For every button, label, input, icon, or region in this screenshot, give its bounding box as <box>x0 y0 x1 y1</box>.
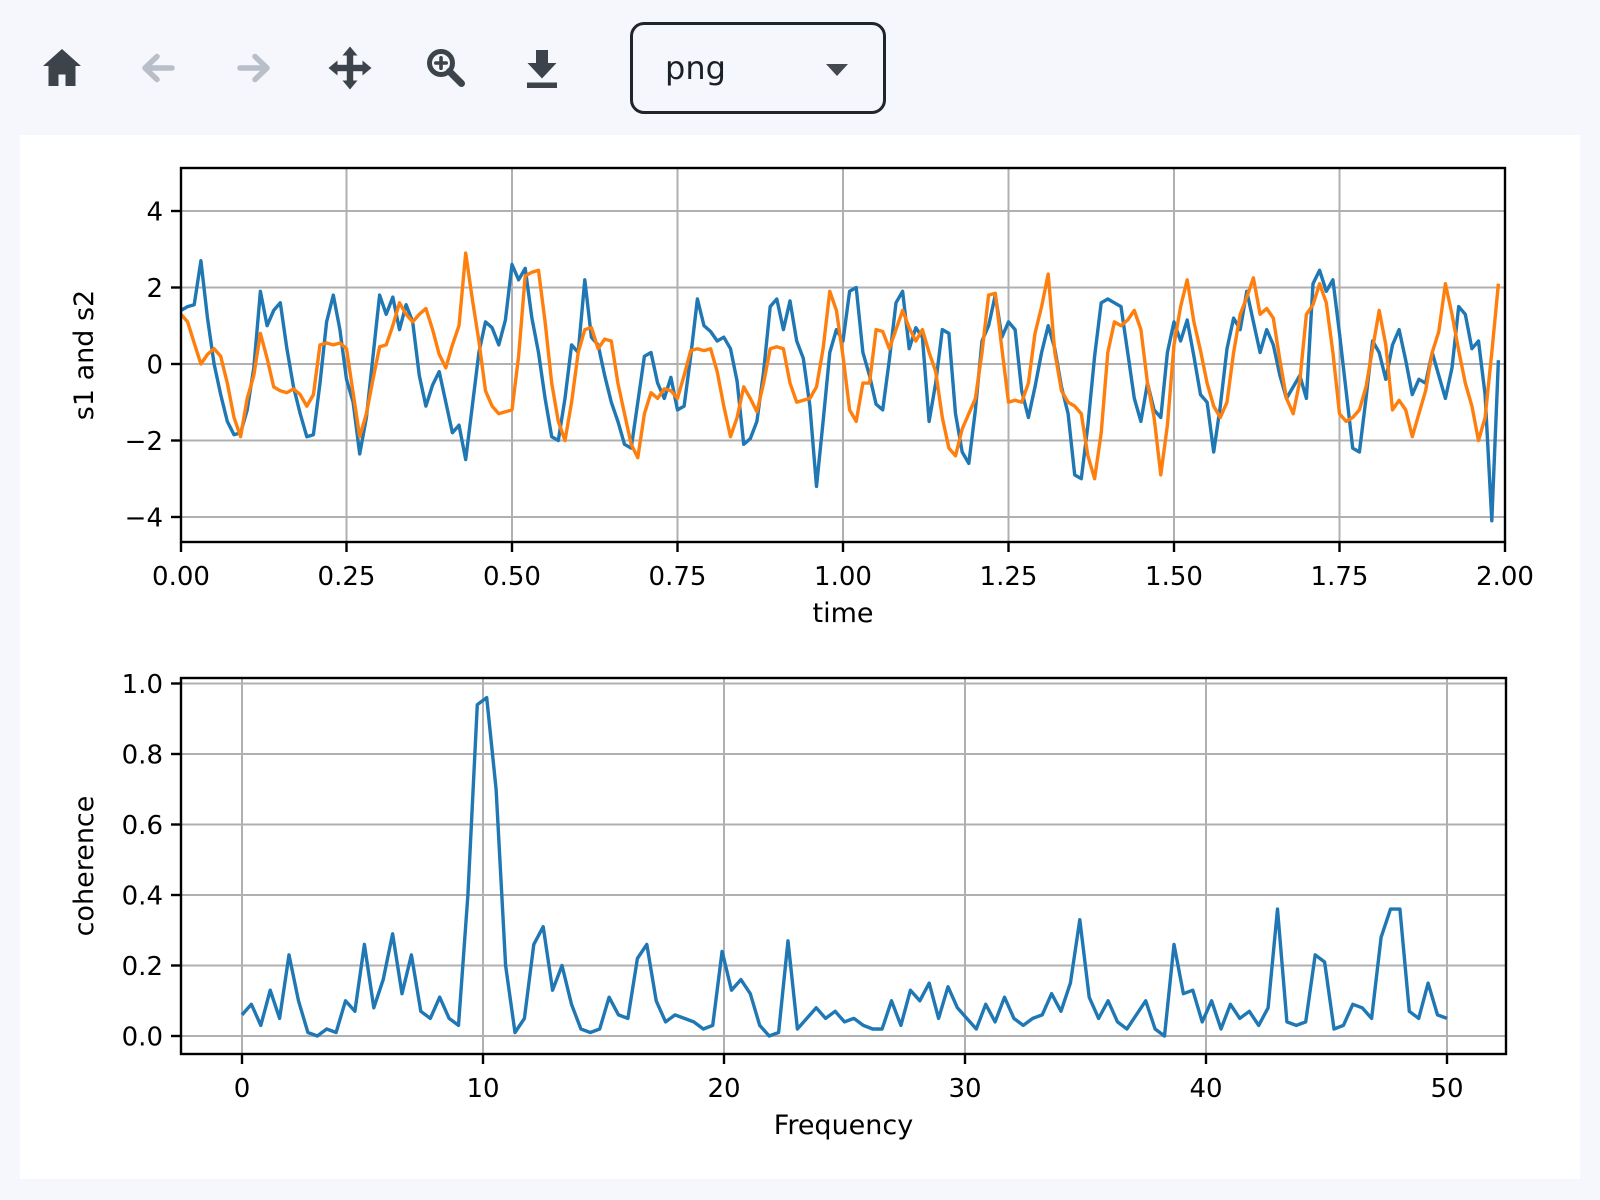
x-axis-label: Frequency <box>774 1110 914 1141</box>
x-tick-label: 1.00 <box>814 562 872 592</box>
x-tick-label: 0.00 <box>152 562 210 592</box>
y-tick-label: 1.0 <box>122 670 163 700</box>
x-tick-label: 0.75 <box>649 562 707 592</box>
back-arrow-icon <box>136 46 180 90</box>
x-tick-label: 30 <box>948 1074 981 1104</box>
zoom-button[interactable] <box>424 46 468 90</box>
back-button[interactable] <box>136 46 180 90</box>
forward-arrow-icon <box>232 46 276 90</box>
y-tick-label: 0.6 <box>122 811 163 841</box>
coherence-plot: 0 10 20 30 40 50 0.0 0.2 0.4 0.6 0.8 1.0 Frequency co… <box>69 670 1506 1141</box>
x-tick-label: 0 <box>234 1074 251 1104</box>
x-tick-label: 40 <box>1189 1074 1222 1104</box>
y-tick-label: 2 <box>146 274 163 304</box>
home-button[interactable] <box>40 46 84 90</box>
y-tick-label: 4 <box>146 198 163 228</box>
y-tick-label: 0 <box>146 351 163 381</box>
y-tick-label: 0.8 <box>122 741 163 771</box>
download-icon <box>520 46 564 90</box>
y-tick-label: −4 <box>125 504 163 534</box>
y-axis-label: s1 and s2 <box>69 290 100 420</box>
x-tick-label: 2.00 <box>1476 562 1534 592</box>
axes-spines <box>181 678 1506 1054</box>
y-tick-label: 0.2 <box>122 952 163 982</box>
s1-line <box>181 261 1498 521</box>
forward-button[interactable] <box>232 46 276 90</box>
y-tick-label: 0.4 <box>122 882 163 912</box>
x-tick-label: 1.50 <box>1145 562 1203 592</box>
x-tick-label: 1.75 <box>1311 562 1369 592</box>
x-tick-label: 1.25 <box>980 562 1038 592</box>
x-axis-label: time <box>812 598 873 629</box>
x-tick-label: 0.25 <box>318 562 376 592</box>
figure-canvas[interactable]: 0.000.250.500.751.001.251.501.752.00−4−2… <box>20 135 1580 1179</box>
zoom-magnifier-icon <box>424 46 468 90</box>
y-tick-label: −2 <box>125 427 163 457</box>
pan-button[interactable] <box>328 46 372 90</box>
x-tick-label: 50 <box>1430 1074 1463 1104</box>
figure-svg: 0.000.250.500.751.001.251.501.752.00−4−2… <box>20 135 1580 1179</box>
signals-plot: 0.00 0.25 0.50 0.75 1.00 1.25 1.50 1.75 2.00 −4 −2… <box>69 168 1534 629</box>
x-tick-label: 20 <box>707 1074 740 1104</box>
download-button[interactable] <box>520 46 564 90</box>
format-select-value: png <box>665 52 726 84</box>
format-select[interactable]: png <box>630 22 886 114</box>
x-tick-label: 0.50 <box>483 562 541 592</box>
home-icon <box>40 46 84 90</box>
coherence-line <box>242 698 1447 1036</box>
y-tick-label: 0.0 <box>122 1023 163 1053</box>
pan-arrows-icon <box>328 46 372 90</box>
y-axis-label: coherence <box>69 796 100 937</box>
matplotlib-toolbar: png <box>40 20 886 116</box>
chevron-down-icon <box>825 62 849 81</box>
x-tick-label: 10 <box>466 1074 499 1104</box>
